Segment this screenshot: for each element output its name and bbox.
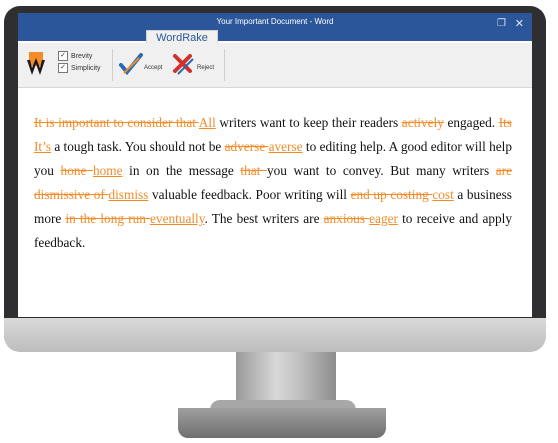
title-bar: Your Important Document - Word ❐ ✕ (18, 13, 532, 41)
monitor-chin (4, 318, 546, 352)
deleted-text: Its (498, 115, 512, 130)
simplicity-label: Simplicity (71, 64, 101, 72)
document-text: a tough task. You should not be (51, 139, 225, 154)
reject-button[interactable]: Reject (170, 49, 214, 81)
inserted-text: It’s (34, 139, 51, 154)
inserted-text: averse (268, 139, 303, 154)
deleted-text: It is important to consider that (34, 115, 199, 130)
brevity-label: Brevity (71, 52, 93, 60)
document-text: . The best writers are (204, 211, 324, 226)
ribbon-divider (224, 49, 225, 81)
simplicity-checkbox[interactable]: ✓ Simplicity (58, 63, 101, 73)
window-title: Your Important Document - Word (216, 17, 334, 26)
close-icon[interactable]: ✕ (515, 17, 524, 30)
inserted-text: dismiss (108, 187, 149, 202)
document-text: valuable feedback. Poor writing will (148, 187, 351, 202)
reject-x-icon (173, 54, 194, 75)
accept-label: Accept (144, 65, 163, 71)
screen: Your Important Document - Word ❐ ✕ WordR… (18, 13, 532, 317)
brevity-checkbox[interactable]: ✓ Brevity (58, 51, 92, 61)
deleted-text: actively (401, 115, 444, 130)
ribbon: ✓ Brevity ✓ Simplicity Accept Reject (18, 43, 532, 88)
deleted-text: end up costing (350, 187, 433, 202)
accept-check-icon (119, 53, 143, 76)
inserted-text: cost (432, 187, 454, 202)
inserted-text: eventually (150, 211, 205, 226)
accept-button[interactable]: Accept (118, 49, 162, 81)
brevity-check-icon: ✓ (58, 51, 68, 61)
document-body[interactable]: It is important to consider that All wri… (34, 111, 512, 255)
document-text: in on the message (122, 163, 241, 178)
deleted-text: that (240, 163, 267, 178)
wordrake-logo-icon (27, 52, 45, 75)
inserted-text: eager (369, 211, 398, 226)
deleted-text: anxious (323, 211, 370, 226)
inserted-text: home (92, 163, 123, 178)
deleted-text: hone (60, 163, 93, 178)
monitor-stand-base (178, 408, 386, 438)
restore-icon[interactable]: ❐ (497, 18, 506, 29)
deleted-text: adverse (224, 139, 269, 154)
ribbon-divider (112, 49, 113, 81)
deleted-text: in the long run (65, 211, 151, 226)
document-text: you want to convey. But many writers (266, 163, 496, 178)
document-text: engaged. (443, 115, 499, 130)
inserted-text: All (198, 115, 216, 130)
reject-label: Reject (197, 65, 215, 71)
document-text: writers want to keep their readers (215, 115, 402, 130)
simplicity-check-icon: ✓ (58, 63, 68, 73)
